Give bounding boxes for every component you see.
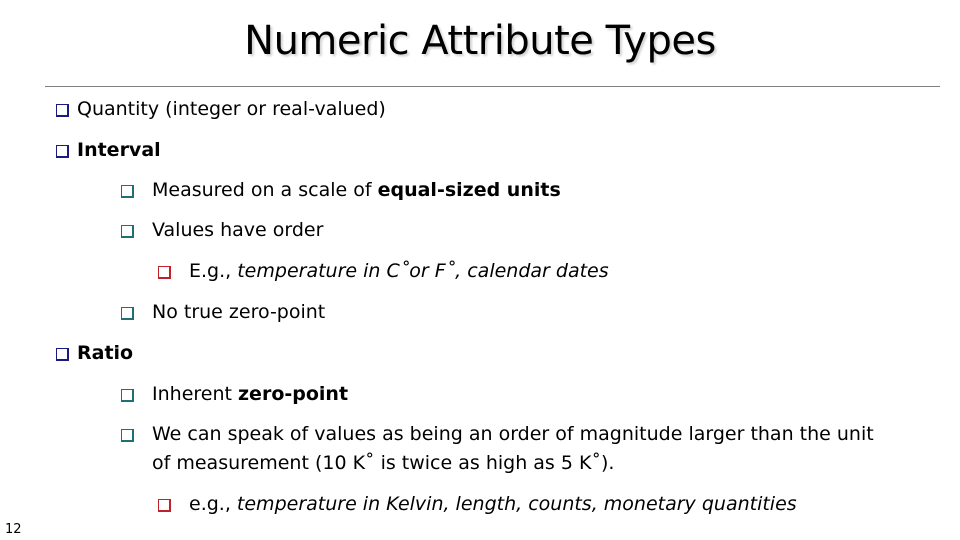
bullet-text: No true zero-point (152, 301, 326, 323)
bullet-text-prefix: E.g., (189, 260, 238, 282)
bullet-interval-item: No true zero-point (121, 298, 325, 327)
bullet-text-italic: temperature in Kelvin, length, counts, m… (236, 493, 797, 515)
checkbox-bullet-icon (56, 145, 69, 158)
title-divider (45, 86, 940, 87)
bullet-interval-item: Measured on a scale of equal-sized units (121, 176, 561, 205)
bullet-quantity: Quantity (integer or real-valued) (56, 95, 386, 124)
bullet-ratio-item: Inherent zero-point (121, 380, 348, 409)
page-number: 12 (5, 522, 22, 537)
checkbox-bullet-icon (158, 266, 171, 279)
bullet-text: Interval (77, 139, 161, 161)
bullet-text-prefix: Inherent (152, 383, 238, 405)
bullet-interval: Interval (56, 136, 161, 165)
bullet-text: Measured on a scale of equal-sized units (152, 176, 561, 205)
checkbox-bullet-icon (158, 499, 171, 512)
bullet-ratio-item: We can speak of values as being an order… (121, 420, 892, 478)
bullet-text-prefix: Measured on a scale of (152, 179, 378, 201)
bullet-text: Ratio (77, 342, 134, 364)
checkbox-bullet-icon (121, 389, 134, 402)
bullet-interval-item: Values have order (121, 216, 323, 245)
bullet-ratio: Ratio (56, 339, 133, 368)
bullet-ratio-subitem: e.g., temperature in Kelvin, length, cou… (158, 490, 797, 519)
bullet-text-bold: zero-point (238, 383, 349, 405)
checkbox-bullet-icon (121, 185, 134, 198)
checkbox-bullet-icon (56, 104, 69, 117)
bullet-text: Inherent zero-point (152, 380, 348, 409)
checkbox-bullet-icon (56, 348, 69, 361)
bullet-text: Quantity (integer or real-valued) (77, 98, 386, 120)
slide-title: Numeric Attribute Types (244, 18, 716, 64)
bullet-text: Values have order (152, 219, 324, 241)
checkbox-bullet-icon (121, 429, 134, 442)
checkbox-bullet-icon (121, 225, 134, 238)
bullet-text-italic: temperature in C˚or F˚, calendar dates (237, 260, 609, 282)
bullet-text-bold: equal-sized units (377, 179, 561, 201)
bullet-text-prefix: e.g., (189, 493, 237, 515)
bullet-text: e.g., temperature in Kelvin, length, cou… (189, 490, 797, 519)
checkbox-bullet-icon (121, 307, 134, 320)
bullet-text: E.g., temperature in C˚or F˚, calendar d… (189, 257, 609, 286)
bullet-interval-subitem: E.g., temperature in C˚or F˚, calendar d… (158, 257, 609, 286)
bullet-text: We can speak of values as being an order… (152, 423, 874, 474)
